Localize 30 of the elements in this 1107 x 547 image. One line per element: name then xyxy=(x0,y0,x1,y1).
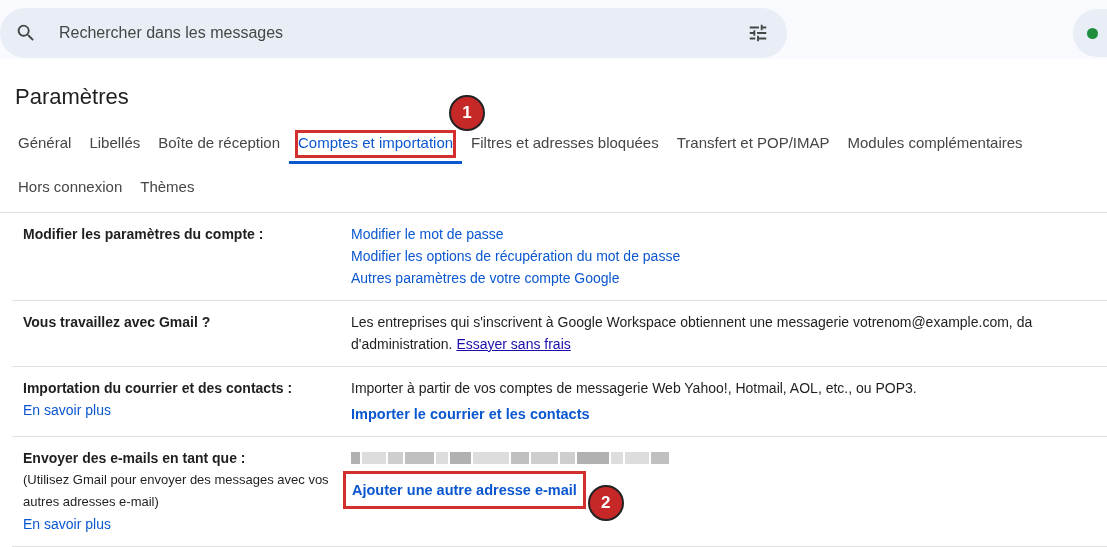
trial-link[interactable]: Essayer sans frais xyxy=(456,336,571,352)
description-text: Les entreprises qui s'inscrivent à Google Workspace obtiennent une messagerie votrenom@example.com, da d'administration. Essayer sans frais xyxy=(351,313,1033,354)
callout-number: 1 xyxy=(449,95,486,131)
search-icon xyxy=(15,22,37,44)
setting-label: Envoyer des e-mails en tant que : xyxy=(23,449,247,468)
tab[interactable]: Comptes et importation xyxy=(289,124,463,164)
tab[interactable]: Transfert et POP/IMAP xyxy=(667,124,839,164)
description-text: Importer à partir de vos comptes de messagerie Web Yahoo!, Hotmail, AOL, etc., ou POP3. xyxy=(351,379,917,398)
settings-link[interactable]: Autres paramètres de votre compte Google xyxy=(351,267,620,289)
action-link[interactable]: Ajouter une autre adresse e-mail xyxy=(343,471,586,509)
tab[interactable]: Hors connexion xyxy=(9,168,132,208)
filter-icon[interactable] xyxy=(747,22,769,44)
setting-label: Importation du courrier et des contacts : xyxy=(23,379,294,398)
learn-more-link[interactable]: En savoir plus xyxy=(23,513,111,535)
settings-link[interactable]: Modifier le mot de passe xyxy=(351,223,504,245)
page-title: Paramètres xyxy=(15,84,129,110)
learn-more-link[interactable]: En savoir plus xyxy=(23,399,111,421)
search-bar[interactable]: Rechercher dans les messages xyxy=(0,8,787,58)
setting-note: (Utilisez Gmail pour envoyer des messages avec vos autres adresses e-mail) xyxy=(23,471,330,511)
callout-number: 2 xyxy=(587,485,624,521)
setting-label: Modifier les paramètres du compte : xyxy=(23,225,265,244)
tab[interactable]: Libellés xyxy=(80,124,150,164)
status-button[interactable] xyxy=(1073,9,1107,57)
tab[interactable]: Boîte de réception xyxy=(149,124,289,164)
tab[interactable]: Général xyxy=(9,124,81,164)
setting-label: Vous travaillez avec Gmail ? xyxy=(23,313,212,332)
tab[interactable]: Modules complémentaires xyxy=(838,124,1032,164)
settings-link[interactable]: Modifier les options de récupération du mot de passe xyxy=(351,245,681,267)
tab[interactable]: Thèmes xyxy=(131,168,204,208)
action-link[interactable]: Importer le courrier et les contacts xyxy=(351,406,590,422)
